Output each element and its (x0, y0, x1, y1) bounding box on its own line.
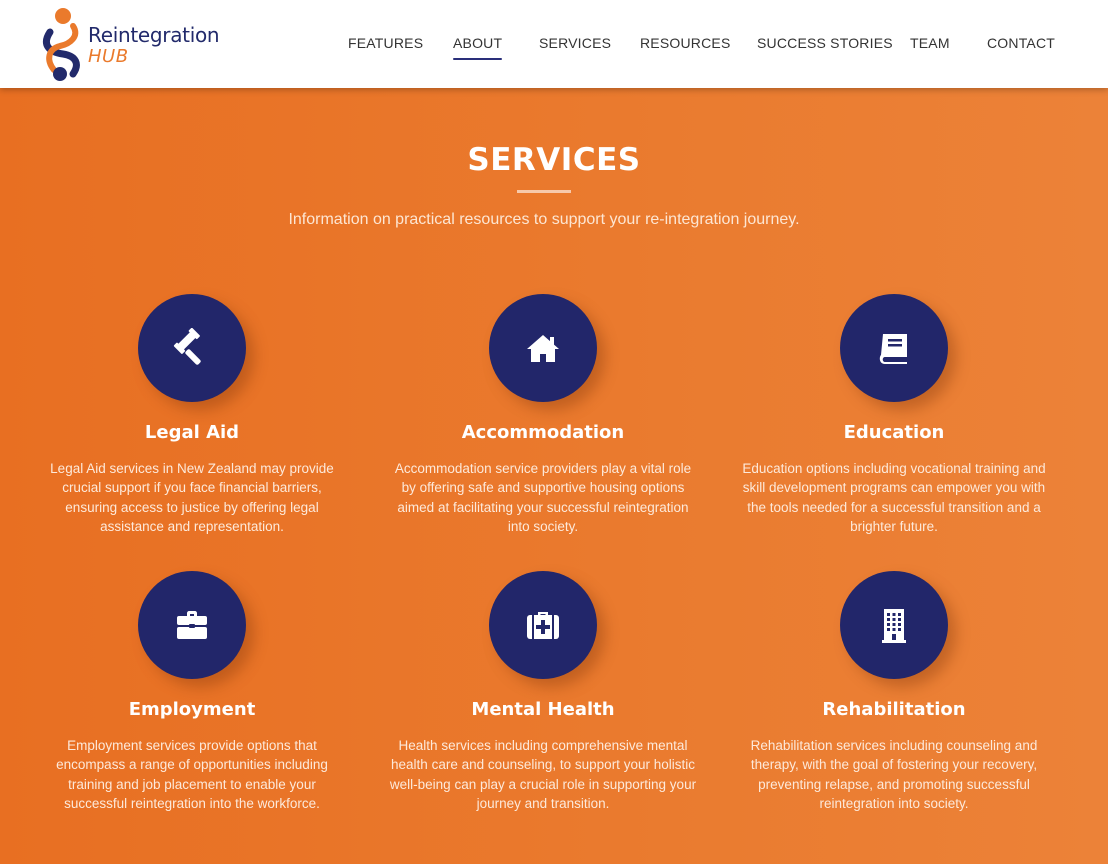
service-description: Health services including comprehensive … (389, 738, 697, 811)
service-icon-circle (138, 294, 246, 402)
active-nav-indicator (453, 58, 503, 60)
service-description: Rehabilitation services including counse… (750, 738, 1038, 811)
section-title: SERVICES (467, 142, 641, 178)
brand-name-line2: HUB (88, 46, 129, 67)
nav-item-contact[interactable]: CONTACT (987, 35, 1055, 51)
brand-logo[interactable]: Reintegration HUB (40, 4, 230, 84)
service-description: Legal Aid services in New Zealand may pr… (50, 461, 334, 534)
service-icon-circle (489, 571, 597, 679)
site-header: Reintegration HUB FEATURES ABOUT SERVICE… (0, 0, 1108, 88)
home-icon (527, 335, 559, 362)
book-icon (879, 334, 907, 364)
nav-item-success-stories[interactable]: SUCCESS STORIES (757, 35, 893, 51)
service-description: Employment services provide options that… (56, 738, 328, 811)
service-description: Education options including vocational t… (742, 461, 1046, 534)
nav-item-resources[interactable]: RESOURCES (640, 35, 730, 51)
logo-mark-icon (43, 8, 80, 81)
gavel-icon (173, 328, 201, 365)
service-icon-circle (138, 571, 246, 679)
service-icon-circle (840, 571, 948, 679)
service-title: Legal Aid (144, 422, 240, 443)
service-title: Employment (128, 699, 256, 720)
medical-kit-icon (527, 612, 559, 639)
service-title: Rehabilitation (822, 699, 966, 720)
service-description: Accommodation service providers play a v… (394, 461, 692, 534)
section-subtitle: Information on practical resources to su… (288, 211, 800, 228)
nav-item-about[interactable]: ABOUT (453, 35, 503, 60)
title-divider (517, 190, 571, 193)
nav-item-services[interactable]: SERVICES (539, 35, 611, 51)
service-title: Mental Health (471, 699, 615, 720)
service-title: Education (843, 422, 945, 443)
nav-item-team[interactable]: TEAM (910, 35, 950, 51)
service-icon-circle (840, 294, 948, 402)
building-icon (882, 609, 906, 643)
nav-item-features[interactable]: FEATURES (348, 35, 423, 51)
service-icon-circle (489, 294, 597, 402)
brand-name-line1: Reintegration (88, 23, 220, 47)
briefcase-icon (177, 611, 207, 639)
service-title: Accommodation (461, 422, 625, 443)
nav-item-about-label: ABOUT (453, 35, 503, 51)
